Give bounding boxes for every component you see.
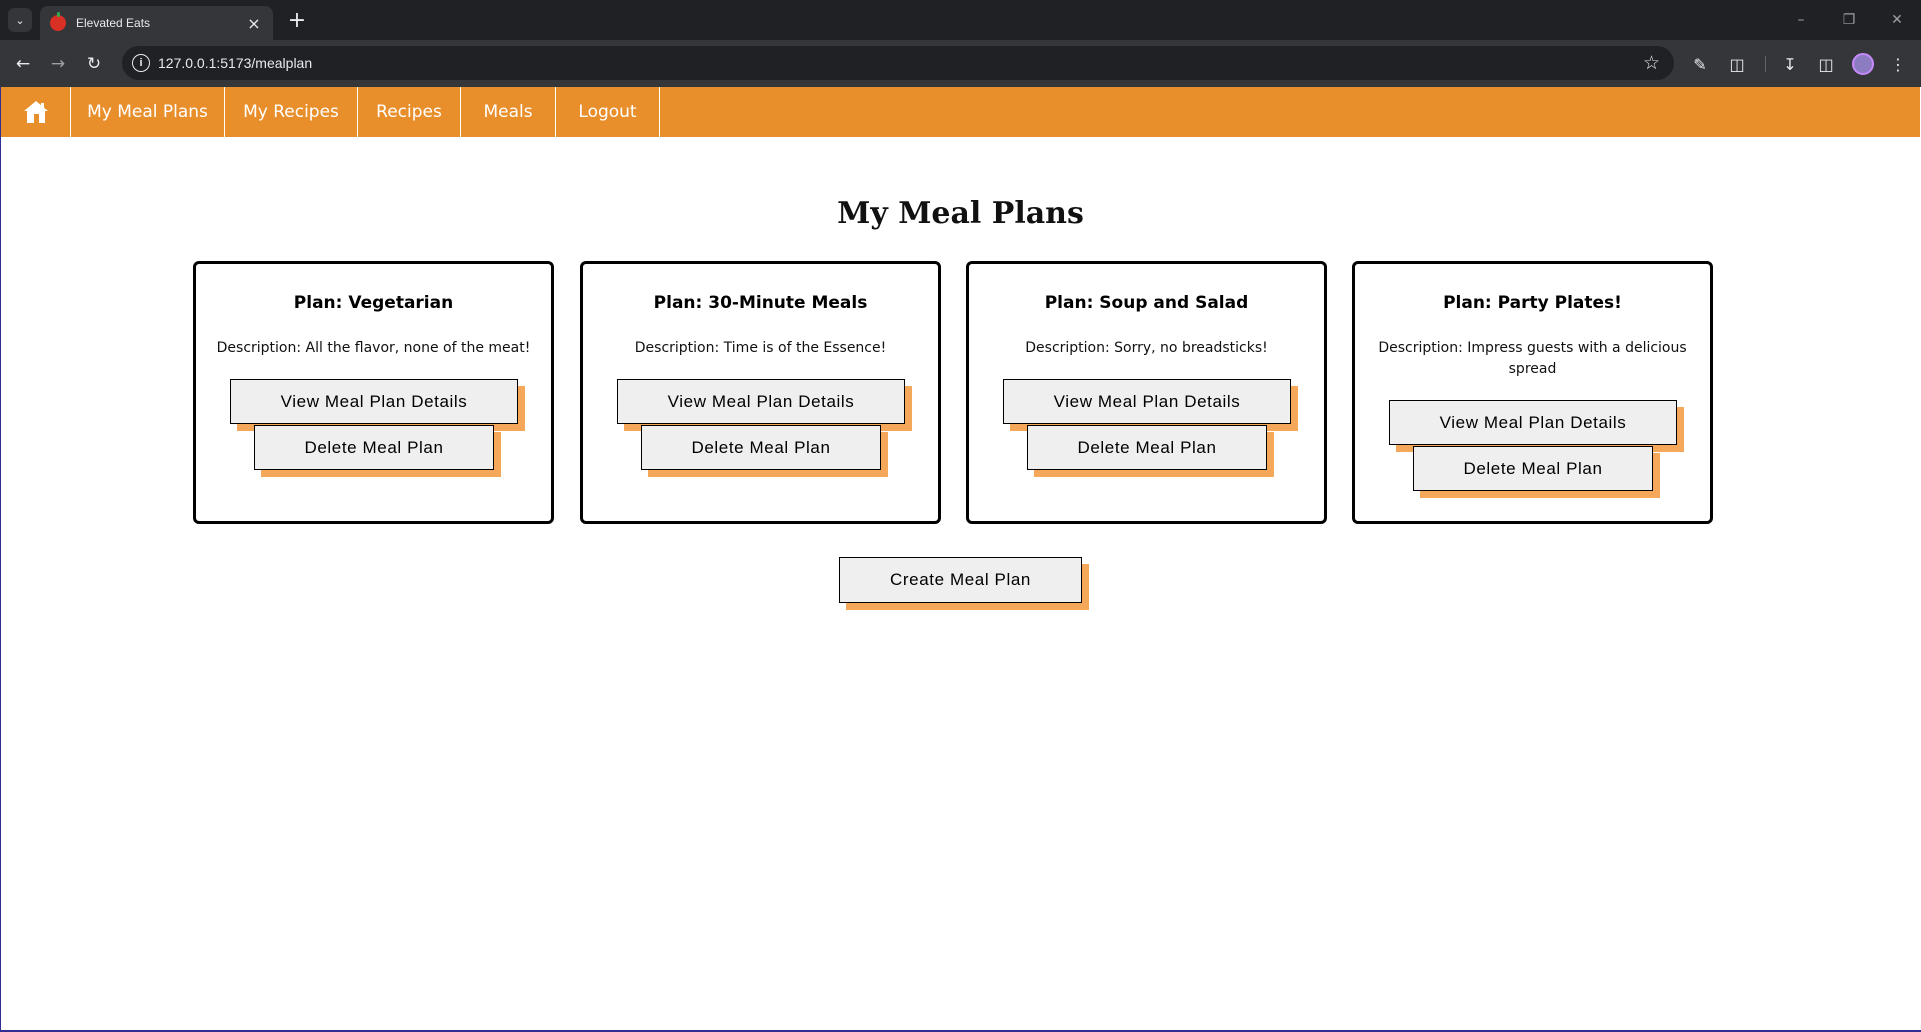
url-text[interactable]: 127.0.0.1:5173/mealplan bbox=[158, 55, 1643, 71]
site-info-icon[interactable]: i bbox=[132, 54, 150, 72]
meal-plan-title: Plan: 30-Minute Meals bbox=[653, 293, 868, 313]
tab-search-chevron-icon[interactable]: ⌄ bbox=[8, 8, 32, 32]
back-arrow-icon[interactable]: ← bbox=[10, 51, 36, 77]
nav-recipes[interactable]: Recipes bbox=[358, 87, 461, 137]
meal-plan-description: Description: Time is of the Essence! bbox=[634, 340, 887, 356]
view-meal-plan-details-button[interactable]: View Meal Plan Details bbox=[230, 379, 518, 424]
home-icon bbox=[23, 101, 48, 123]
restore-icon[interactable]: ❐ bbox=[1825, 0, 1873, 40]
browser-tab[interactable]: Elevated Eats × bbox=[40, 6, 273, 40]
download-icon[interactable]: ↧ bbox=[1778, 52, 1802, 76]
extensions-puzzle-icon[interactable]: ◫ bbox=[1725, 52, 1749, 76]
profile-avatar[interactable] bbox=[1852, 53, 1874, 75]
tab-title: Elevated Eats bbox=[76, 16, 151, 30]
browser-toolbar: ← → ↻ i 127.0.0.1:5173/mealplan ☆ ✎ ◫ ↧ … bbox=[0, 40, 1921, 87]
meal-plan-card-party-plates: Plan: Party Plates! Description: Impress… bbox=[1352, 261, 1713, 524]
nav-my-meal-plans[interactable]: My Meal Plans bbox=[71, 87, 225, 137]
window-border-left bbox=[0, 87, 1, 1032]
forward-arrow-icon[interactable]: → bbox=[45, 51, 71, 77]
view-meal-plan-details-button[interactable]: View Meal Plan Details bbox=[1003, 379, 1291, 424]
reload-icon[interactable]: ↻ bbox=[81, 51, 107, 77]
meal-plan-title: Plan: Soup and Salad bbox=[1044, 293, 1249, 313]
view-meal-plan-details-button[interactable]: View Meal Plan Details bbox=[617, 379, 905, 424]
meal-plan-card-vegetarian: Plan: Vegetarian Description: All the fl… bbox=[193, 261, 554, 524]
meal-plan-card-30-minute-meals: Plan: 30-Minute Meals Description: Time … bbox=[580, 261, 941, 524]
meal-plan-description: Description: All the flavor, none of the… bbox=[216, 340, 531, 356]
menu-kebab-icon[interactable]: ⋮ bbox=[1886, 52, 1910, 76]
nav-logout[interactable]: Logout bbox=[556, 87, 660, 137]
toolbar-divider bbox=[1765, 56, 1766, 72]
tomato-favicon-icon bbox=[50, 12, 66, 31]
nav-meals[interactable]: Meals bbox=[461, 87, 556, 137]
side-panel-icon[interactable]: ◫ bbox=[1814, 52, 1838, 76]
address-bar[interactable]: i 127.0.0.1:5173/mealplan ☆ bbox=[122, 46, 1674, 80]
meal-plan-title: Plan: Vegetarian bbox=[293, 293, 454, 313]
tab-close-icon[interactable]: × bbox=[245, 14, 263, 33]
delete-meal-plan-button[interactable]: Delete Meal Plan bbox=[1413, 446, 1653, 491]
delete-meal-plan-button[interactable]: Delete Meal Plan bbox=[1027, 425, 1267, 470]
new-tab-plus-icon[interactable]: + bbox=[283, 6, 311, 34]
meal-plan-description: Description: Impress guests with a delic… bbox=[1378, 340, 1687, 377]
minimize-icon[interactable]: – bbox=[1777, 0, 1825, 40]
meal-plan-card-soup-and-salad: Plan: Soup and Salad Description: Sorry,… bbox=[966, 261, 1327, 524]
nav-my-recipes[interactable]: My Recipes bbox=[225, 87, 358, 137]
bookmark-star-icon[interactable]: ☆ bbox=[1643, 52, 1660, 74]
pen-extension-icon[interactable]: ✎ bbox=[1688, 52, 1712, 76]
meal-plan-title: Plan: Party Plates! bbox=[1443, 293, 1622, 313]
view-meal-plan-details-button[interactable]: View Meal Plan Details bbox=[1389, 400, 1677, 445]
app-navbar: My Meal Plans My Recipes Recipes Meals L… bbox=[1, 87, 1920, 137]
window-controls: – ❐ ✕ bbox=[1777, 0, 1921, 40]
meal-plan-description: Description: Sorry, no breadsticks! bbox=[1025, 340, 1268, 356]
page-title: My Meal Plans bbox=[837, 196, 1084, 231]
create-meal-plan-button[interactable]: Create Meal Plan bbox=[839, 557, 1082, 603]
delete-meal-plan-button[interactable]: Delete Meal Plan bbox=[254, 425, 494, 470]
home-link[interactable] bbox=[1, 87, 71, 137]
close-window-icon[interactable]: ✕ bbox=[1873, 0, 1921, 40]
delete-meal-plan-button[interactable]: Delete Meal Plan bbox=[641, 425, 881, 470]
browser-tab-strip: ⌄ Elevated Eats × + – ❐ ✕ bbox=[0, 0, 1921, 40]
